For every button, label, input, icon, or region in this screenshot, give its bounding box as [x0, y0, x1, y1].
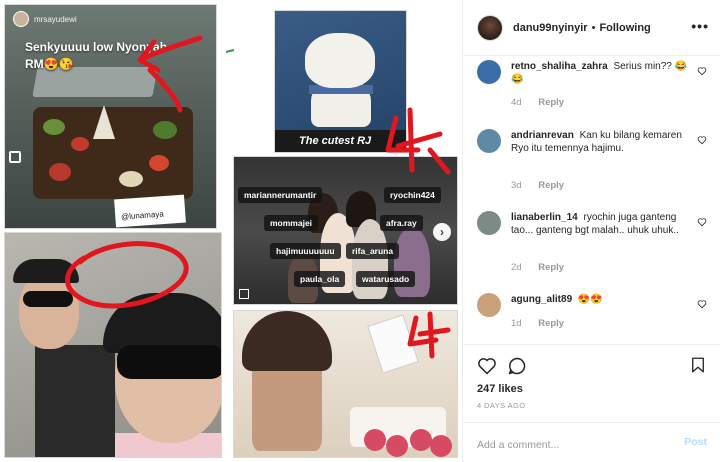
mention-tag: ryochin424 [384, 187, 441, 203]
rose [430, 435, 452, 457]
person-cap [13, 259, 79, 283]
comment-meta: 1d Reply [511, 318, 564, 329]
mention-tag: watarusado [356, 271, 416, 287]
person-face [19, 273, 79, 349]
header-separator: • [591, 21, 596, 34]
comment-meta: 2d Reply [511, 262, 564, 273]
person-sunglasses [117, 345, 221, 379]
person-hair [103, 293, 221, 353]
square-icon [239, 289, 249, 299]
green-mark [225, 49, 235, 53]
mention-tag: paula_ola [294, 271, 346, 287]
reply-button[interactable]: Reply [538, 180, 564, 191]
comment-body: agung_alit89 😍😍 [511, 293, 689, 306]
post-button[interactable]: Post [684, 436, 707, 448]
comment-icon[interactable] [507, 356, 527, 376]
plush-head [305, 33, 375, 88]
post-header: danu99nyinyir • Following ••• [463, 0, 720, 56]
comment-body: andrianrevan Kan ku bilang kemaren Ryo i… [511, 129, 689, 155]
bookmark-icon[interactable] [689, 355, 707, 375]
chevron-right-icon[interactable]: › [433, 223, 451, 241]
following-button[interactable]: Following [599, 22, 650, 34]
commenter-avatar[interactable] [477, 129, 501, 153]
author-avatar[interactable] [477, 14, 503, 41]
comment-age: 2d [511, 262, 522, 273]
commenter-avatar[interactable] [477, 293, 501, 317]
heart-icon[interactable] [697, 135, 707, 145]
woman-hair [242, 311, 332, 371]
commenter-avatar[interactable] [477, 60, 501, 84]
heart-icon[interactable] [697, 217, 707, 227]
person-shirt [35, 345, 115, 457]
heart-icon[interactable] [697, 299, 707, 309]
story-user: mrsayudewi [13, 11, 77, 27]
comment-body: retno_shaliha_zahra Serius min?? 😂😂 [511, 60, 689, 86]
plush-caption: The cutest RJ [275, 130, 406, 152]
reply-button[interactable]: Reply [538, 97, 564, 108]
mention-tag: rifa_aruna [346, 243, 400, 259]
comment-meta: 3d Reply [511, 180, 564, 191]
mention-tag: afra.ray [380, 215, 423, 231]
comment-text: 😍😍 [577, 294, 603, 305]
comment-input[interactable]: Add a comment... [477, 439, 559, 451]
cake-photo [233, 310, 458, 458]
tumpeng-cone [93, 105, 115, 139]
post-sidebar: danu99nyinyir • Following ••• retno_shal… [462, 0, 720, 462]
mention-tag: mommajei [264, 215, 319, 231]
comment-age: 4d [511, 97, 522, 108]
more-options-icon[interactable]: ••• [691, 18, 709, 34]
author-username[interactable]: danu99nyinyir [513, 22, 588, 34]
plush-photo: The cutest RJ [274, 10, 407, 153]
rose [410, 429, 432, 451]
action-icons [477, 355, 707, 377]
group-story-photo: mariannerumantir ryochin424 mommajei afr… [233, 156, 458, 305]
rose [364, 429, 386, 451]
commenter-username[interactable]: retno_shaliha_zahra [511, 61, 608, 72]
post-timestamp: 4 DAYS AGO [477, 401, 526, 410]
story-avatar [13, 11, 29, 27]
person-sunglasses [23, 291, 73, 307]
reply-button[interactable]: Reply [538, 262, 564, 273]
story-username: mrsayudewi [34, 14, 77, 24]
reply-button[interactable]: Reply [538, 318, 564, 329]
comment-age: 1d [511, 318, 522, 329]
comment-age: 3d [511, 180, 522, 191]
add-comment-bar: Add a comment... Post [463, 422, 720, 462]
rose [386, 435, 408, 457]
commenter-username[interactable]: andrianrevan [511, 130, 574, 141]
selfie-photo [4, 232, 222, 458]
story-screenshot-food: mrsayudewi Senkyuuuu low Nyonyah RM😍😘 @l… [4, 4, 217, 229]
mention-tag: hajimuuuuuuu [270, 243, 341, 259]
lock-icon [9, 151, 21, 163]
comment-meta: 4d Reply [511, 97, 564, 108]
heart-icon[interactable] [477, 356, 497, 376]
commenter-username[interactable]: lianaberlin_14 [511, 212, 578, 223]
comment-body: lianaberlin_14 ryochin juga ganteng tao.… [511, 211, 689, 237]
post-actions: 247 likes 4 DAYS AGO [463, 344, 720, 420]
likes-count[interactable]: 247 likes [477, 383, 523, 395]
commenter-username[interactable]: agung_alit89 [511, 294, 572, 305]
paper-note [367, 314, 419, 374]
story-caption: Senkyuuuu low Nyonyah RM😍😘 [25, 40, 168, 71]
heart-icon[interactable] [697, 66, 707, 76]
commenter-avatar[interactable] [477, 211, 501, 235]
post-media-collage: mrsayudewi Senkyuuuu low Nyonyah RM😍😘 @l… [0, 0, 462, 462]
mention-tag: mariannerumantir [238, 187, 323, 203]
